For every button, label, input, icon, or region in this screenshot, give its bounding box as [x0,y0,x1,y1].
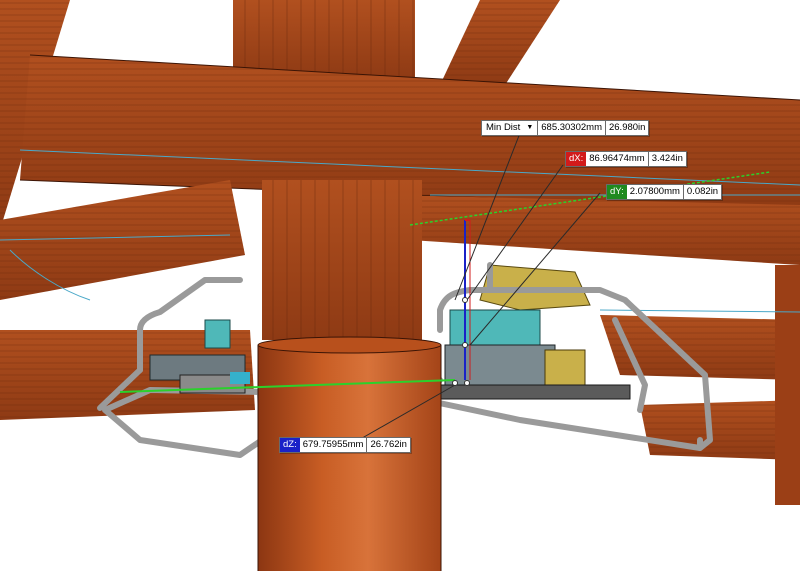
post-mid [262,180,422,340]
dz-callout: dZ: 679.75955mm 26.762in [279,437,411,453]
dz-value-in: 26.762in [370,439,407,450]
dy-tag: dY: [607,185,627,199]
cad-viewport[interactable]: Min Dist ▼ 685.30302mm 26.980in dX: 86.9… [0,0,800,571]
post-cylinder [257,336,442,571]
dy-value-mm: 2.07800mm [627,185,684,199]
dx-tag: dX: [566,152,587,166]
dx-value-in: 3.424in [651,153,683,164]
3d-model-scene[interactable] [0,0,800,571]
brace-right [440,0,560,85]
min-dist-dropdown[interactable]: Min Dist ▼ [482,121,539,135]
dx-value-mm: 86.96474mm [586,152,649,166]
dz-tag: dZ: [280,438,300,452]
dy-callout: dY: 2.07800mm 0.082in [606,184,723,200]
dz-value-mm: 679.75955mm [300,438,368,452]
dx-callout: dX: 86.96474mm 3.424in [565,151,687,167]
min-dist-value-in: 26.980in [608,122,646,133]
chevron-down-icon: ▼ [526,124,534,131]
min-dist-label: Min Dist [486,122,521,133]
min-dist-callout[interactable]: Min Dist ▼ 685.30302mm 26.980in [481,120,650,136]
min-dist-value-mm: 685.30302mm [538,121,606,135]
right-assembly [429,309,631,400]
dy-value-in: 0.082in [686,186,719,197]
